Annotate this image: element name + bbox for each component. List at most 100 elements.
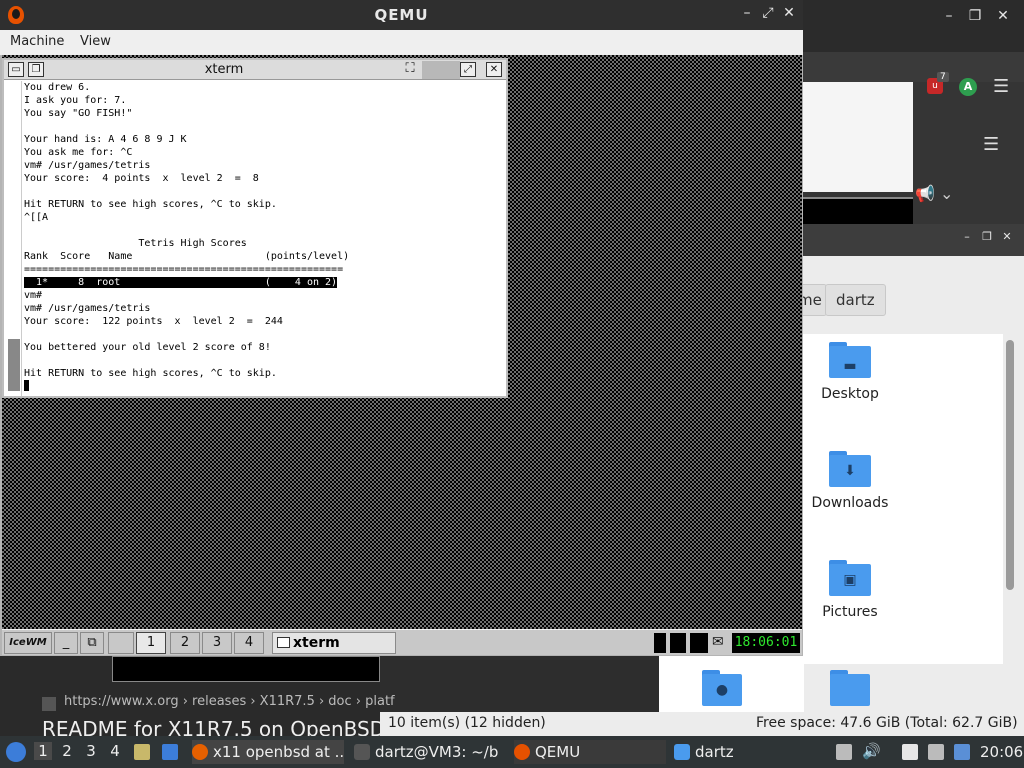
vm-workspace-2[interactable]: 2 — [170, 632, 200, 654]
account-avatar[interactable]: A — [959, 78, 977, 96]
folder-pictures[interactable]: ▣ Pictures — [805, 560, 895, 620]
terminal-line: Your hand is: A 4 6 8 9 J K — [24, 134, 187, 145]
vm-clock[interactable]: 18:06:01 — [732, 633, 800, 653]
download-folder-icon: ⬇ — [829, 451, 871, 487]
fm-close-button[interactable]: ✕ — [997, 230, 1017, 243]
xterm-title: xterm — [204, 62, 244, 77]
xterm-scrollbar[interactable] — [6, 81, 22, 396]
vm-workspace-3[interactable]: 3 — [202, 632, 232, 654]
folder-downloads[interactable]: ⬇ Downloads — [805, 451, 895, 511]
xterm-restore-down-icon[interactable]: ⤢ — [460, 62, 476, 77]
vm-workspace-1[interactable]: 1 — [136, 632, 166, 654]
host-task-terminal[interactable]: dartz@VM3: ~/b — [354, 740, 506, 764]
terminal-icon — [354, 744, 370, 760]
qemu-window: QEMU – ⤢ ✕ Machine View ▭ ❐ xterm ⛶ ⤢ ✕ … — [0, 0, 803, 656]
file-manager-titlebar: – ❐ ✕ — [803, 224, 1024, 256]
xterm-scroll-thumb[interactable] — [8, 339, 20, 391]
file-manager-scrollbar[interactable] — [1006, 340, 1014, 590]
folder-desktop[interactable]: ▬ Desktop — [805, 342, 895, 402]
icewm-start-button[interactable]: IceWM — [4, 632, 52, 654]
host-restore-button[interactable]: ❐ — [965, 8, 985, 24]
folder-icon — [830, 670, 870, 706]
mem-monitor-icon — [690, 633, 708, 653]
terminal-line: Hit RETURN to see high scores, ^C to ski… — [24, 199, 277, 210]
cpu-monitor-icon — [654, 633, 666, 653]
xterm-window[interactable]: ▭ ❐ xterm ⛶ ⤢ ✕ You drew 6. I ask you for… — [2, 58, 508, 398]
menu-view[interactable]: View — [80, 34, 111, 49]
notes-icon[interactable] — [902, 744, 918, 760]
vm-screen[interactable]: ▭ ❐ xterm ⛶ ⤢ ✕ You drew 6. I ask you for… — [2, 55, 802, 655]
folder-user[interactable]: ● — [677, 670, 767, 706]
host-task-qemu[interactable]: QEMU — [514, 740, 666, 764]
folder-icon — [674, 744, 690, 760]
xterm-output: You drew 6. I ask you for: 7. You say "GO … — [24, 81, 504, 393]
vm-task-xterm[interactable]: xterm — [272, 632, 396, 654]
qemu-icon — [514, 744, 530, 760]
mail-icon[interactable]: ✉ — [712, 634, 724, 650]
terminal-line: ^[[A — [24, 212, 49, 223]
qemu-title: QEMU — [374, 6, 429, 24]
show-desktop-icon[interactable]: _ — [54, 632, 78, 654]
folder-generic[interactable] — [805, 670, 895, 706]
pictures-folder-icon: ▣ — [829, 560, 871, 596]
xterm-task-icon — [277, 637, 290, 648]
xterm-titlebar[interactable]: ▭ ❐ xterm ⛶ ⤢ ✕ — [4, 60, 506, 80]
terminal-line: You drew 6. — [24, 82, 91, 93]
xterm-close-icon[interactable]: ✕ — [486, 62, 502, 77]
terminal-line: You say "GO FISH!" — [24, 108, 133, 119]
terminal-line: You bettered your old level 2 score of 8… — [24, 342, 271, 353]
browser-dark-field — [112, 656, 380, 682]
keyboard-icon[interactable] — [928, 744, 944, 760]
qemu-maximize-button[interactable]: ⤢ — [759, 5, 777, 21]
fm-minimize-button[interactable]: – — [957, 230, 977, 243]
search-result-url[interactable]: https://www.x.org › releases › X11R7.5 ›… — [64, 694, 395, 709]
volume-icon[interactable]: 🔊 — [862, 742, 881, 760]
host-minimize-button[interactable]: – — [939, 8, 959, 24]
terminal-line: 1* 8 root ( 4 on 2) — [24, 277, 338, 288]
terminal-line: Tetris High Scores — [24, 238, 247, 249]
start-menu-icon[interactable] — [6, 742, 26, 762]
host-workspace-3[interactable]: 3 — [82, 742, 100, 760]
user-folder-icon: ● — [702, 670, 742, 706]
qemu-minimize-button[interactable]: – — [738, 5, 756, 21]
terminal-line: vm# /usr/games/tetris — [24, 160, 151, 171]
file-manager-icon-view-lower: ● — [659, 656, 870, 712]
vm-empty-button[interactable] — [108, 632, 134, 654]
net-monitor-icon — [670, 633, 686, 653]
clipboard-icon[interactable] — [836, 744, 852, 760]
window-list-icon[interactable]: ⧉ — [80, 632, 104, 654]
host-clock[interactable]: 20:06 — [980, 743, 1023, 761]
vm-workspace-4[interactable]: 4 — [234, 632, 264, 654]
terminal-line: Your score: 4 points x level 2 = 8 — [24, 173, 259, 184]
host-panel: 1 2 3 4 x11 openbsd at ... dartz@VM3: ~/… — [0, 736, 1024, 768]
page-menu-icon[interactable]: ☰ — [983, 134, 999, 155]
browser-menu-icon[interactable]: ☰ — [993, 76, 1009, 97]
background-browser-window: u 7 A ☰ 📢 ⌄ ☰ — [803, 52, 1024, 275]
host-task-dartz[interactable]: dartz — [674, 740, 826, 764]
terminal-line: ========================================… — [24, 264, 344, 275]
terminal-line: You ask me for: ^C — [24, 147, 133, 158]
notification-icon[interactable]: 📢 ⌄ — [915, 184, 953, 203]
desktop-launcher-icon[interactable] — [162, 744, 178, 760]
host-workspace-1[interactable]: 1 — [34, 742, 52, 760]
fm-restore-button[interactable]: ❐ — [977, 230, 997, 243]
host-close-button[interactable]: ✕ — [993, 8, 1013, 24]
xterm-maximize-icon[interactable]: ⛶ — [402, 62, 418, 77]
host-workspace-2[interactable]: 2 — [58, 742, 76, 760]
host-task-browser[interactable]: x11 openbsd at ... — [192, 740, 344, 764]
menu-machine[interactable]: Machine — [10, 34, 64, 49]
host-window-titlebar: – ❐ ✕ — [803, 0, 1024, 52]
file-manager-launcher-icon[interactable] — [134, 744, 150, 760]
terminal-line: vm# — [24, 290, 43, 301]
file-manager-window: – ❐ ✕ me dartz ▬ Desktop ⬇ Downloads ▣ P… — [797, 224, 1024, 736]
terminal-line: Hit RETURN to see high scores, ^C to ski… — [24, 368, 277, 379]
terminal-line: I ask you for: 7. — [24, 95, 127, 106]
terminal-line: Your score: 122 points x level 2 = 244 — [24, 316, 283, 327]
network-icon[interactable] — [954, 744, 970, 760]
breadcrumb-dartz[interactable]: dartz — [825, 284, 886, 316]
host-workspace-4[interactable]: 4 — [106, 742, 124, 760]
qemu-close-button[interactable]: ✕ — [780, 5, 798, 21]
